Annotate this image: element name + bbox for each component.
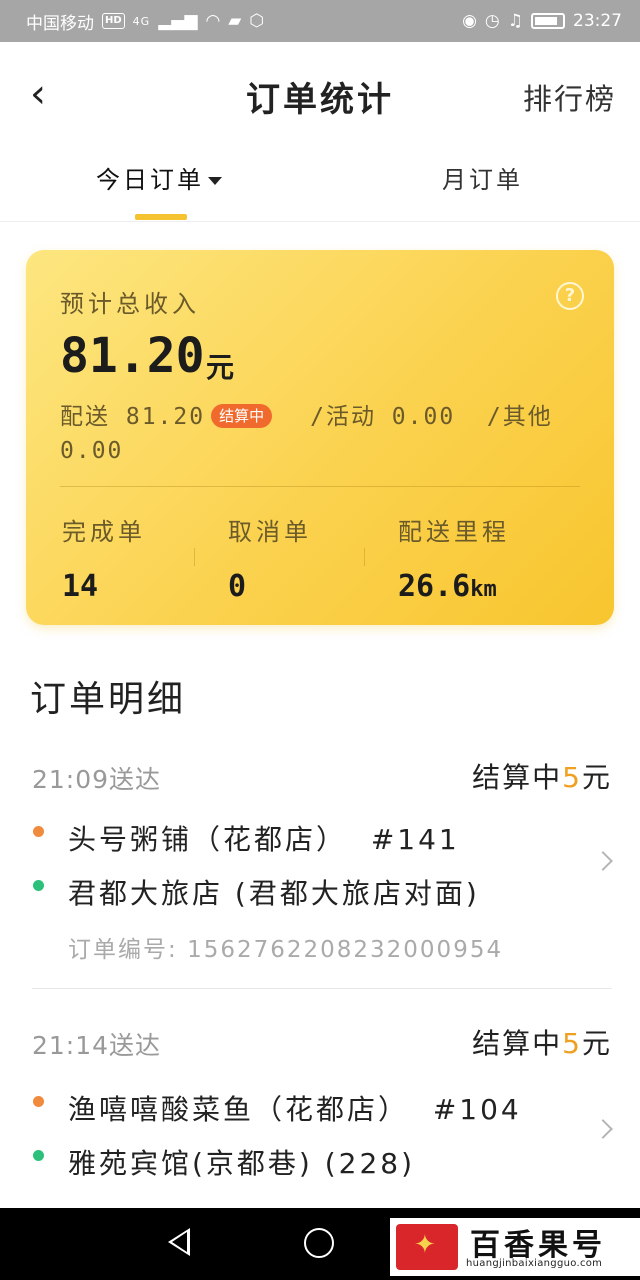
order-delivered-time: 21:14送达	[32, 1031, 162, 1060]
stat-distance: 配送里程 26.6km	[398, 512, 510, 604]
tab-today-label: 今日订单	[96, 166, 204, 194]
stat-separator	[194, 548, 195, 566]
mute-bell-icon: ♫	[507, 11, 523, 31]
pickup-number: #141	[370, 823, 460, 856]
order-tabs: 今日订单 月订单	[0, 160, 640, 222]
active-tab-indicator	[135, 214, 187, 220]
order-item[interactable]: 21:09送达 结算中5元 头号粥铺（花都店） #141 君都大旅店 (君都大旅…	[0, 760, 640, 990]
clock: 23:27	[573, 11, 622, 31]
stat-number: 0	[228, 569, 247, 604]
total-income-unit: 元	[206, 351, 235, 384]
hd-icon: HD	[102, 13, 125, 29]
alarm-icon: ◷	[484, 11, 500, 31]
status-text: 结算中	[472, 1027, 563, 1060]
dropoff-place: 君都大旅店 (君都大旅店对面)	[68, 877, 480, 910]
order-number: 订单编号: 1562762208232000954	[68, 930, 503, 964]
stat-label: 完成单	[62, 518, 146, 546]
chevron-right-icon[interactable]	[593, 851, 613, 871]
stat-cancelled: 取消单 0	[228, 512, 312, 604]
pickup-number: #104	[432, 1093, 522, 1126]
status-bar: 中国移动 HD 4G ▂▄▆ ◠ ▰ ⬡ ◉ ◷ ♫ 23:27	[0, 0, 640, 42]
activity-income: /活动 0.00	[310, 404, 456, 430]
income-card: 预计总收入 ? 81.20 元 配送 81.20 结算中/活动 0.00 /其他 …	[26, 250, 614, 625]
pickup-place: 头号粥铺（花都店） #141	[68, 818, 460, 858]
amount-unit: 元	[581, 1027, 612, 1060]
eye-icon: ◉	[462, 11, 477, 31]
stat-value: 26.6km	[398, 569, 510, 604]
order-number-label: 订单编号:	[68, 937, 178, 963]
total-income-amount: 81.20	[60, 328, 205, 384]
order-amount: 5	[562, 1027, 582, 1060]
nav-back-icon[interactable]	[168, 1228, 190, 1256]
stat-completed: 完成单 14	[62, 512, 146, 604]
carrier-label: 中国移动	[26, 13, 94, 34]
income-breakdown: 配送 81.20 结算中/活动 0.00 /其他 0.00	[60, 400, 590, 468]
card-divider	[60, 486, 580, 487]
stat-number: 14	[62, 569, 99, 604]
watermark-url: huangjinbaixiangguo.com	[466, 1258, 603, 1269]
app-notification-icon: ▰	[228, 11, 242, 31]
caret-down-icon	[208, 177, 222, 185]
help-icon[interactable]: ?	[556, 282, 584, 310]
watermark-logo-icon	[396, 1224, 458, 1270]
wifi-icon: ◠	[205, 11, 221, 31]
stat-label: 配送里程	[398, 518, 510, 546]
stat-value: 0	[228, 569, 312, 604]
amount-unit: 元	[581, 761, 612, 794]
signal-bars-icon: ▂▄▆	[158, 11, 198, 31]
nav-home-icon[interactable]	[304, 1228, 334, 1258]
stat-number: 26.6	[398, 569, 471, 604]
tab-month-orders[interactable]: 月订单	[442, 160, 523, 195]
order-delivered-time: 21:09送达	[32, 765, 162, 794]
chevron-right-icon[interactable]	[593, 1119, 613, 1139]
stat-separator	[364, 548, 365, 566]
dropoff-dot-icon	[33, 1150, 44, 1161]
delivery-income: 配送 81.20	[60, 404, 206, 430]
pickup-name: 渔嘻嘻酸菜鱼（花都店）	[68, 1093, 410, 1126]
ranking-link[interactable]: 排行榜	[523, 76, 616, 118]
app-notification-icon-2: ⬡	[249, 11, 265, 31]
stat-unit: km	[470, 577, 497, 602]
order-details-title: 订单明细	[30, 679, 187, 720]
pickup-dot-icon	[33, 826, 44, 837]
settle-badge: 结算中	[211, 404, 273, 428]
pickup-dot-icon	[33, 1096, 44, 1107]
income-label: 预计总收入	[60, 290, 200, 318]
dropoff-dot-icon	[33, 880, 44, 891]
battery-icon	[531, 13, 565, 29]
order-item[interactable]: 21:14送达 结算中5元 渔嘻嘻酸菜鱼（花都店） #104 雅苑宾馆(京都巷)…	[0, 1026, 640, 1226]
tab-today-orders[interactable]: 今日订单	[96, 160, 222, 195]
stat-label: 取消单	[228, 518, 312, 546]
order-divider	[32, 988, 612, 989]
order-status: 结算中5元	[472, 1022, 612, 1062]
order-status: 结算中5元	[472, 756, 612, 796]
stat-value: 14	[62, 569, 146, 604]
status-text: 结算中	[472, 761, 563, 794]
dropoff-place: 雅苑宾馆(京都巷) (228)	[68, 1147, 416, 1180]
signal-icon: 4G	[132, 14, 151, 28]
pickup-place: 渔嘻嘻酸菜鱼（花都店） #104	[68, 1088, 522, 1128]
order-number-value: 1562762208232000954	[187, 937, 504, 963]
watermark: 百香果号 huangjinbaixiangguo.com	[390, 1218, 640, 1276]
app-header: ‹ 订单统计 排行榜	[0, 42, 640, 148]
pickup-name: 头号粥铺（花都店）	[68, 823, 348, 856]
order-amount: 5	[562, 761, 582, 794]
